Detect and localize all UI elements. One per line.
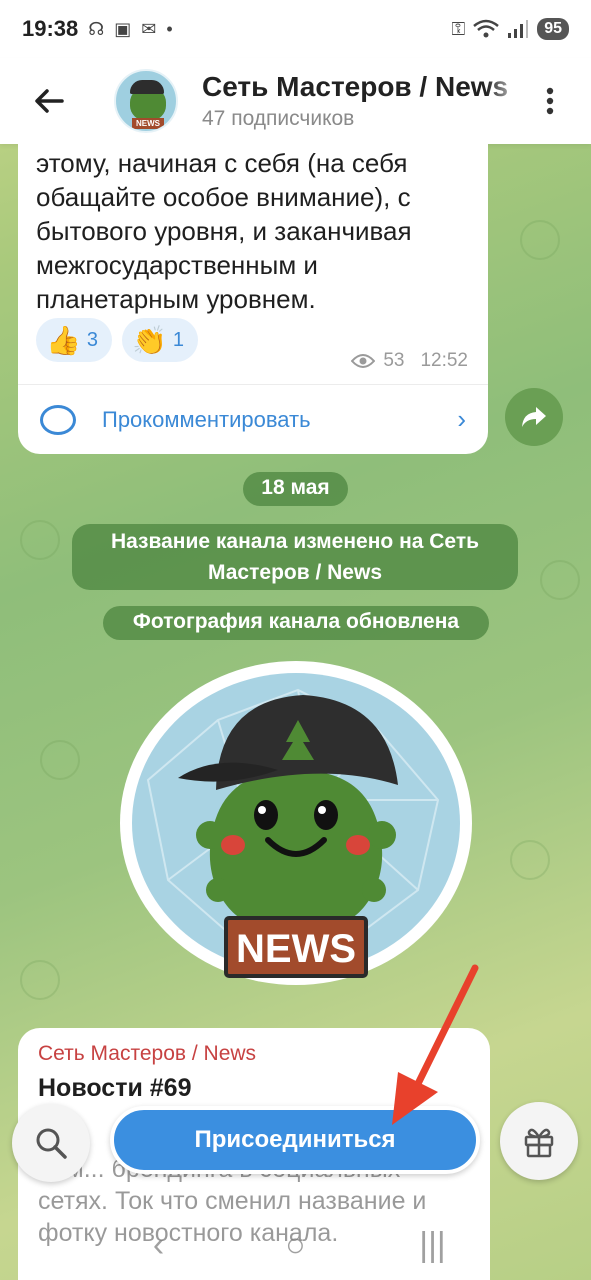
status-bar: 19:38 ☊ ▣ ✉ • ⚿ 95 — [0, 0, 591, 58]
header-title-block[interactable]: Сеть Мастеров / News 47 подписчиков — [202, 71, 525, 131]
more-options-button[interactable] — [525, 66, 575, 136]
search-button[interactable] — [12, 1104, 90, 1182]
share-button[interactable] — [505, 388, 563, 446]
share-arrow-icon — [522, 407, 546, 427]
message-time: 12:52 — [420, 350, 468, 371]
comment-bubble-icon — [40, 404, 76, 435]
more-vertical-icon — [546, 87, 554, 115]
view-count: 53 — [383, 350, 405, 371]
reaction-count: 3 — [86, 328, 98, 351]
message-text: этому, начиная с себя (на себя обащайте … — [36, 148, 412, 314]
reactions: 👍 3 👏 1 — [36, 318, 198, 362]
search-icon — [36, 1128, 67, 1159]
notification-dot-icon: • — [166, 18, 173, 39]
app-icon: ☊ — [88, 18, 105, 39]
channel-avatar[interactable]: NEWS — [114, 69, 178, 133]
battery-indicator: 95 — [537, 18, 569, 40]
mail-icon: ✉ — [141, 18, 157, 39]
gift-icon — [524, 1128, 554, 1158]
scan-icon: ▣ — [114, 18, 132, 39]
comment-label: Прокомментировать — [102, 406, 311, 432]
gift-button[interactable] — [500, 1102, 578, 1180]
signal-icon — [508, 20, 529, 38]
wifi-icon — [473, 19, 500, 38]
message-bubble[interactable]: этому, начиная с себя (на себя обащайте … — [18, 144, 488, 454]
thumbs-up-icon: 👍 — [46, 324, 81, 356]
system-nav-bar: ‹ ○ ||| — [0, 1210, 591, 1280]
channel-photo[interactable]: NEWS — [118, 660, 474, 986]
nav-back-icon[interactable]: ‹ — [129, 1226, 189, 1265]
eye-icon — [351, 354, 376, 368]
subscriber-count: 47 подписчиков — [202, 107, 355, 130]
reaction-thumbs-up[interactable]: 👍 3 — [36, 318, 112, 362]
news-badge-text: NEWS — [236, 927, 356, 971]
clap-icon: 👏 — [132, 324, 167, 356]
key-icon: ⚿ — [451, 18, 466, 39]
status-time: 19:38 — [22, 16, 79, 41]
message-meta: 53 12:52 — [351, 350, 468, 372]
back-button[interactable] — [14, 66, 84, 136]
chevron-right-icon: › — [457, 404, 466, 434]
reaction-count: 1 — [172, 328, 184, 351]
back-arrow-icon — [35, 89, 64, 113]
reaction-clap[interactable]: 👏 1 — [122, 318, 198, 362]
date-separator: 18 мая — [243, 472, 348, 506]
red-arrow-annotation — [392, 964, 479, 1125]
chat-header: NEWS Сеть Мастеров / News 47 подписчиков — [0, 58, 591, 144]
nav-home-icon[interactable]: ○ — [266, 1226, 326, 1265]
service-message-renamed: Название канала изменено на Сеть Мастеро… — [72, 524, 518, 590]
service-message-photo-updated: Фотография канала обновлена — [103, 606, 489, 640]
comment-button[interactable]: Прокомментировать › — [18, 384, 488, 454]
channel-name: Сеть Мастеров / News — [202, 71, 509, 102]
nav-recents-icon[interactable]: ||| — [403, 1226, 463, 1265]
